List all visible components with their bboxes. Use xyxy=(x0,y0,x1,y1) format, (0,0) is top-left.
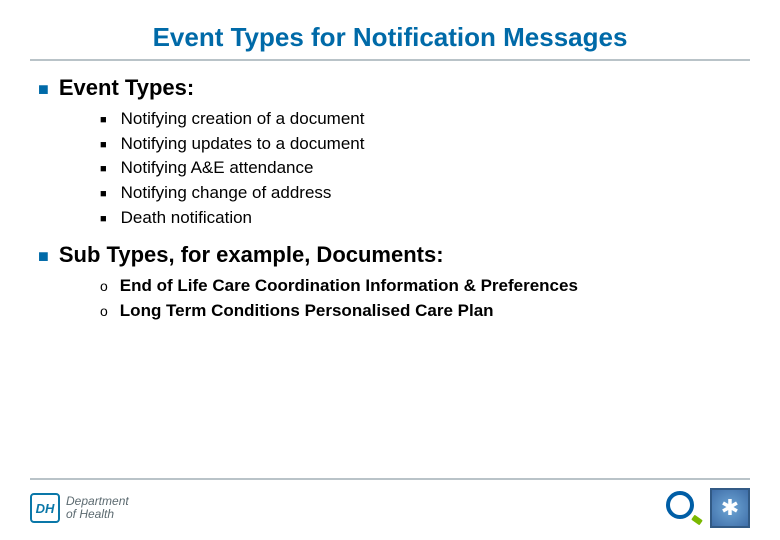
square-bullet-icon: ■ xyxy=(100,212,107,228)
list-item: ■ Notifying updates to a document xyxy=(100,132,742,157)
section-heading-text: Sub Types, for example, Documents: xyxy=(59,242,444,268)
sub-types-list: o End of Life Care Coordination Informati… xyxy=(100,274,742,323)
square-bullet-icon: ■ xyxy=(38,80,49,98)
right-logos: ✱ xyxy=(666,488,750,528)
list-item-text: Notifying creation of a document xyxy=(121,107,365,132)
section-heading: ■ Event Types: xyxy=(38,75,742,101)
slide-content: ■ Event Types: ■ Notifying creation of a … xyxy=(0,75,780,323)
square-bullet-icon: ■ xyxy=(100,113,107,129)
dh-logo-text: Department of Health xyxy=(66,495,129,520)
list-item-text: Notifying A&E attendance xyxy=(121,156,314,181)
list-item: o Long Term Conditions Personalised Care … xyxy=(100,299,742,324)
dh-logo: DH Department of Health xyxy=(30,493,129,523)
list-item: o End of Life Care Coordination Informati… xyxy=(100,274,742,299)
dh-logo-line2: of Health xyxy=(66,508,129,521)
list-item-text: Notifying updates to a document xyxy=(121,132,365,157)
list-item-text: Long Term Conditions Personalised Care P… xyxy=(120,299,494,324)
list-item-text: Death notification xyxy=(121,206,252,231)
dh-logo-mark: DH xyxy=(30,493,60,523)
slide-footer: DH Department of Health ✱ xyxy=(0,478,780,540)
square-bullet-icon: ■ xyxy=(100,162,107,178)
square-bullet-icon: ■ xyxy=(38,247,49,265)
square-bullet-icon: ■ xyxy=(100,187,107,203)
title-divider xyxy=(30,59,750,61)
list-item: ■ Notifying creation of a document xyxy=(100,107,742,132)
snowflake-logo-icon: ✱ xyxy=(710,488,750,528)
circle-bullet-icon: o xyxy=(100,301,108,321)
square-bullet-icon: ■ xyxy=(100,138,107,154)
list-item-text: Notifying change of address xyxy=(121,181,332,206)
list-item: ■ Notifying A&E attendance xyxy=(100,156,742,181)
section-heading: ■ Sub Types, for example, Documents: xyxy=(38,242,742,268)
footer-divider xyxy=(30,478,750,480)
slide-title: Event Types for Notification Messages xyxy=(0,0,780,59)
slide: Event Types for Notification Messages ■ … xyxy=(0,0,780,540)
footer-logos: DH Department of Health ✱ xyxy=(0,488,780,538)
circle-bullet-icon: o xyxy=(100,276,108,296)
list-item: ■ Death notification xyxy=(100,206,742,231)
q-logo-icon xyxy=(666,491,700,525)
section-heading-text: Event Types: xyxy=(59,75,194,101)
list-item: ■ Notifying change of address xyxy=(100,181,742,206)
list-item-text: End of Life Care Coordination Informatio… xyxy=(120,274,578,299)
event-types-list: ■ Notifying creation of a document ■ Notif… xyxy=(100,107,742,230)
